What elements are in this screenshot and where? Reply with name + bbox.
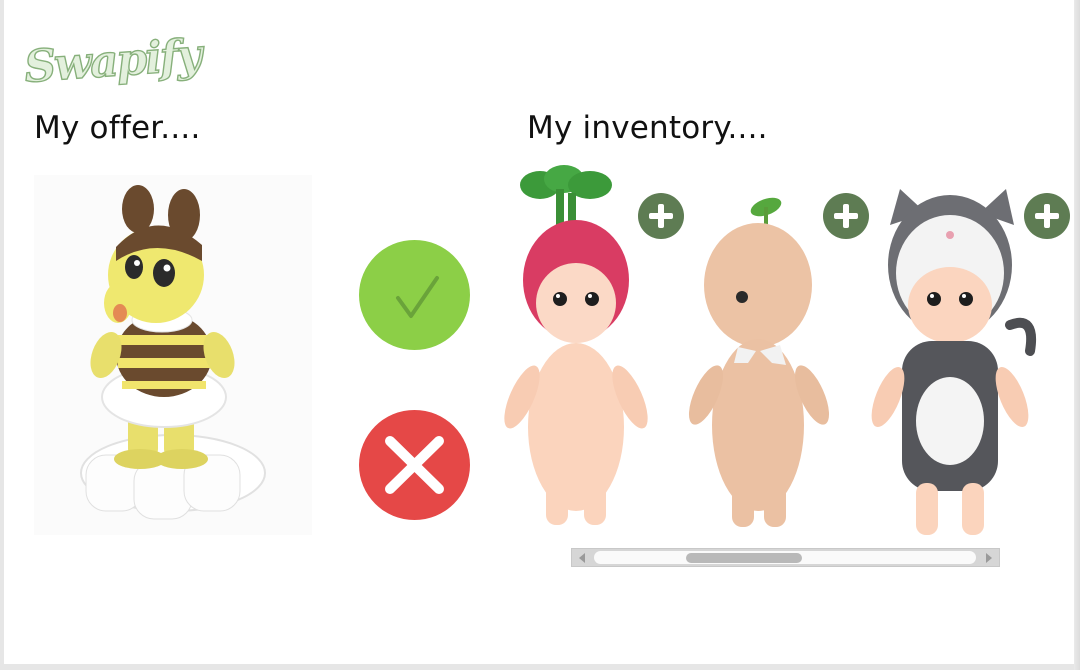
offer-heading: My offer.... [34, 110, 201, 146]
bee-bunny-figure [80, 185, 266, 520]
x-icon [385, 436, 444, 494]
inventory-heading: My inventory.... [527, 110, 768, 146]
cat-hood-doll [871, 189, 1036, 535]
check-icon [396, 276, 439, 318]
logo-text: Swapify [23, 29, 208, 93]
accept-button[interactable] [359, 240, 470, 350]
swap-page: Swapify My offer.... My inventory.... [4, 0, 1074, 664]
add-item-button[interactable] [638, 193, 684, 239]
inventory-scrollbar[interactable] [571, 548, 1000, 567]
window-edge [1074, 0, 1080, 670]
offer-item-image [34, 175, 312, 535]
scroll-track[interactable] [594, 551, 976, 564]
scroll-right-arrow[interactable] [986, 553, 992, 563]
plus-icon [649, 204, 673, 228]
scroll-left-arrow[interactable] [579, 553, 585, 563]
inventory-item[interactable] [860, 165, 1044, 540]
swapify-logo[interactable]: Swapify [20, 18, 210, 98]
inventory-item[interactable] [684, 165, 844, 540]
plus-icon [1035, 204, 1059, 228]
add-item-button[interactable] [1024, 193, 1070, 239]
sprout-doll-back [688, 197, 830, 527]
app-frame: Swapify My offer.... My inventory.... [0, 0, 1080, 670]
reject-button[interactable] [359, 410, 470, 520]
scroll-thumb[interactable] [686, 553, 802, 563]
